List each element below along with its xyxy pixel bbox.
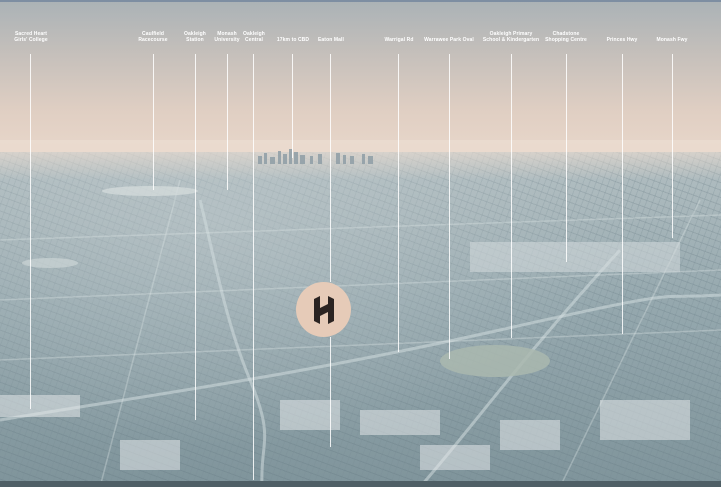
- label-oakleigh-station: Oakleigh Station: [184, 31, 206, 43]
- leader-warrigal-rd: [398, 54, 399, 352]
- chadstone-shape: [470, 242, 680, 272]
- aerial-location-map: Sacred Heart Girls' College Caulfield Race…: [0, 0, 721, 487]
- label-warrigal-rd: Warrigal Rd: [384, 37, 414, 43]
- label-oakleigh-primary: Oakleigh Primary School & Kindergarten: [482, 31, 540, 43]
- leader-sacred-heart: [30, 54, 31, 409]
- aerial-scene-details: [0, 149, 721, 487]
- caulfield-racecourse-shape: [102, 186, 198, 196]
- h-monogram-icon: [313, 295, 334, 324]
- leader-chadstone: [566, 54, 567, 262]
- cbd-skyline: [258, 149, 373, 164]
- leader-eaton-mall-lower: [330, 337, 331, 447]
- label-eaton-mall: Eaton Mall: [317, 37, 344, 43]
- leader-oakleigh-primary: [511, 54, 512, 338]
- label-princes-hwy: Princes Hwy: [606, 37, 638, 43]
- h-monogram-badge: [296, 282, 351, 337]
- leader-oakleigh-station: [195, 54, 196, 420]
- label-sacred-heart: Sacred Heart Girls' College: [14, 31, 48, 43]
- warrawee-oval-shape: [440, 345, 550, 377]
- label-monash-fwy: Monash Fwy: [656, 37, 688, 43]
- label-cbd: 17km to CBD: [276, 37, 310, 43]
- leader-princes-hwy: [622, 54, 623, 334]
- minor-roads: [0, 179, 721, 487]
- leader-oakleigh-central: [253, 54, 254, 480]
- leader-caulfield: [153, 54, 154, 190]
- label-chadstone: Chadstone Shopping Centre: [545, 31, 587, 43]
- leader-cbd: [292, 54, 293, 158]
- bottom-border: [0, 481, 721, 487]
- label-oakleigh-central: Oakleigh Central: [243, 31, 265, 43]
- leader-monash-fwy: [672, 54, 673, 238]
- leader-monash-university: [227, 54, 228, 190]
- label-caulfield: Caulfield Racecourse: [138, 31, 168, 43]
- label-monash-university: Monash University: [214, 31, 240, 43]
- label-warrawee-park-oval: Warrawee Park Oval: [424, 37, 474, 43]
- leader-eaton-mall: [330, 54, 331, 282]
- top-border: [0, 0, 721, 2]
- leader-warrawee-park-oval: [449, 54, 450, 359]
